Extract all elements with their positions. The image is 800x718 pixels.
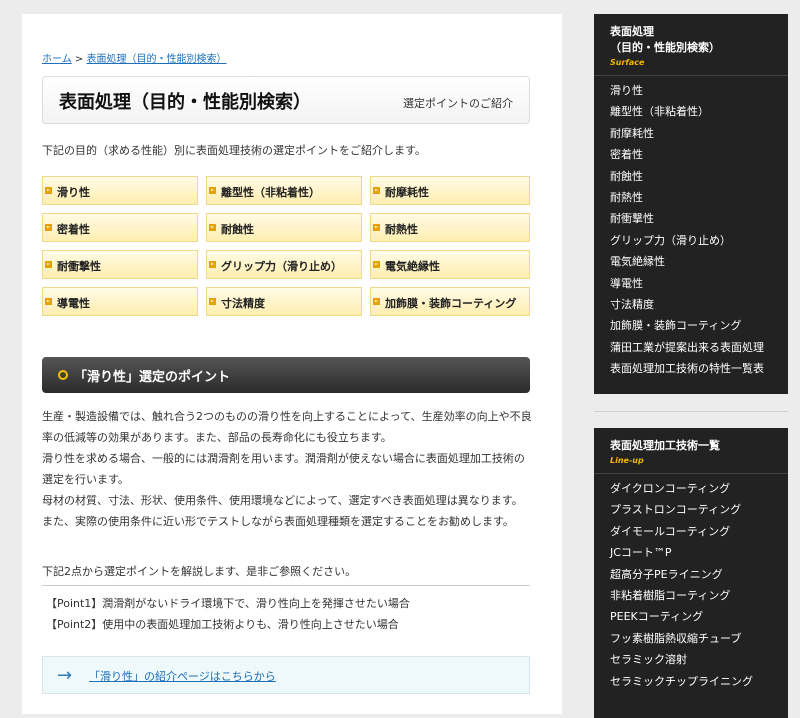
breadcrumb-current-link[interactable]: 表面処理（目的・性能別検索） bbox=[86, 54, 226, 65]
circle-icon bbox=[58, 370, 68, 380]
sidebar-item[interactable]: 超高分子PEライニング bbox=[610, 564, 788, 585]
category-label: 寸法精度 bbox=[221, 297, 265, 310]
sidebar-item[interactable]: PEEKコーティング bbox=[610, 606, 788, 627]
section-title: 「滑り性」選定のポイント bbox=[74, 370, 231, 385]
category-label: 耐摩耗性 bbox=[385, 186, 429, 199]
page-subtitle: 選定ポイントのご紹介 bbox=[403, 97, 513, 110]
intro-text: 下記の目的（求める性能）別に表面処理技術の選定ポイントをご紹介します。 bbox=[42, 144, 426, 157]
sidebar-item[interactable]: フッ素樹脂熱収縮チューブ bbox=[610, 628, 788, 649]
section-header: 「滑り性」選定のポイント bbox=[42, 357, 530, 393]
main-content: ホーム > 表面処理（目的・性能別検索） 表面処理（目的・性能別検索） 選定ポイ… bbox=[22, 14, 562, 714]
sidebar-item[interactable]: 耐摩耗性 bbox=[610, 123, 788, 144]
sidebar-title-line1: 表面処理 bbox=[610, 25, 654, 38]
category-button[interactable]: 電気絶縁性 bbox=[370, 250, 530, 279]
breadcrumb-home-link[interactable]: ホーム bbox=[42, 54, 72, 65]
bullet-icon bbox=[45, 261, 52, 268]
sidebar-title: 表面処理加工技術一覧 bbox=[610, 439, 720, 452]
sidebar-item[interactable]: 滑り性 bbox=[610, 80, 788, 101]
sidebar-item[interactable]: 密着性 bbox=[610, 144, 788, 165]
paragraph: 生産・製造設備では、触れ合う2つのものの滑り性を向上することによって、生産効率の… bbox=[42, 410, 532, 444]
bullet-icon bbox=[373, 298, 380, 305]
category-button[interactable]: 加飾膜・装飾コーティング bbox=[370, 287, 530, 316]
sidebar-item[interactable]: ダイモールコーティング bbox=[610, 521, 788, 542]
intro-page-link[interactable]: 「滑り性」の紹介ページはこちらから bbox=[89, 668, 276, 684]
divider bbox=[42, 585, 530, 586]
bullet-icon bbox=[45, 187, 52, 194]
bullet-icon bbox=[45, 298, 52, 305]
sidebar-lineup: 表面処理加工技術一覧 Line-up ダイクロンコーティング プラストロンコーテ… bbox=[594, 428, 788, 718]
category-label: 離型性（非粘着性） bbox=[221, 186, 320, 199]
points-list: 【Point1】潤滑剤がないドライ環境下で、滑り性向上を発揮させたい場合 【Po… bbox=[46, 593, 410, 635]
divider bbox=[594, 411, 788, 412]
bullet-icon bbox=[209, 261, 216, 268]
sidebar-item[interactable]: 非粘着樹脂コーティング bbox=[610, 585, 788, 606]
sidebar-title-line2: （目的・性能別検索） bbox=[610, 41, 720, 54]
paragraph: 滑り性を求める場合、一般的には潤滑剤を用います。潤滑剤が使えない場合に表面処理加… bbox=[42, 452, 525, 486]
bullet-icon bbox=[209, 224, 216, 231]
category-label: 加飾膜・装飾コーティング bbox=[385, 297, 517, 310]
point-item: 【Point1】潤滑剤がないドライ環境下で、滑り性向上を発揮させたい場合 bbox=[46, 597, 410, 610]
bullet-icon bbox=[209, 187, 216, 194]
sidebar-item[interactable]: 寸法精度 bbox=[610, 294, 788, 315]
point-item: 【Point2】使用中の表面処理加工技術よりも、滑り性向上させたい場合 bbox=[46, 618, 399, 631]
category-button[interactable]: 耐熱性 bbox=[370, 213, 530, 242]
category-label: 耐熱性 bbox=[385, 223, 418, 236]
sidebar-surface: 表面処理 （目的・性能別検索） Surface 滑り性 離型性（非粘着性） 耐摩… bbox=[594, 14, 788, 394]
bullet-icon bbox=[373, 261, 380, 268]
category-button[interactable]: グリップ力（滑り止め） bbox=[206, 250, 362, 279]
category-button[interactable]: 離型性（非粘着性） bbox=[206, 176, 362, 205]
intro-page-link-box[interactable]: → 「滑り性」の紹介ページはこちらから bbox=[42, 656, 530, 694]
sidebar-item[interactable]: 加飾膜・装飾コーティング bbox=[610, 315, 788, 336]
page-title-box: 表面処理（目的・性能別検索） 選定ポイントのご紹介 bbox=[42, 76, 530, 124]
sidebar-list: ダイクロンコーティング プラストロンコーティング ダイモールコーティング JCコ… bbox=[594, 478, 788, 692]
sidebar-item[interactable]: 蒲田工業が提案出来る表面処理 bbox=[610, 337, 788, 358]
divider bbox=[594, 75, 788, 76]
arrow-right-icon: → bbox=[57, 665, 73, 686]
category-label: 導電性 bbox=[57, 297, 90, 310]
section-body: 生産・製造設備では、触れ合う2つのものの滑り性を向上することによって、生産効率の… bbox=[42, 406, 532, 532]
category-label: グリップ力（滑り止め） bbox=[221, 260, 342, 273]
category-button[interactable]: 寸法精度 bbox=[206, 287, 362, 316]
sidebar-title: 表面処理 （目的・性能別検索） bbox=[594, 14, 788, 56]
category-button[interactable]: 耐摩耗性 bbox=[370, 176, 530, 205]
bullet-icon bbox=[45, 224, 52, 231]
sidebar-item[interactable]: 耐衝撃性 bbox=[610, 208, 788, 229]
category-button[interactable]: 密着性 bbox=[42, 213, 198, 242]
sidebar-item[interactable]: グリップ力（滑り止め） bbox=[610, 230, 788, 251]
category-label: 電気絶縁性 bbox=[385, 260, 440, 273]
sidebar-subtitle: Surface bbox=[610, 58, 645, 67]
sidebar-subtitle: Line-up bbox=[610, 456, 644, 465]
category-label: 滑り性 bbox=[57, 186, 90, 199]
bullet-icon bbox=[373, 187, 380, 194]
sidebar-item[interactable]: ダイクロンコーティング bbox=[610, 478, 788, 499]
bullet-icon bbox=[373, 224, 380, 231]
page-title: 表面処理（目的・性能別検索） bbox=[59, 92, 311, 113]
sidebar-item[interactable]: セラミック溶射 bbox=[610, 649, 788, 670]
bullet-icon bbox=[209, 298, 216, 305]
category-label: 耐蝕性 bbox=[221, 223, 254, 236]
points-lead: 下記2点から選定ポイントを解説します、是非ご参照ください。 bbox=[42, 565, 357, 578]
sidebar-item[interactable]: プラストロンコーティング bbox=[610, 499, 788, 520]
category-button[interactable]: 導電性 bbox=[42, 287, 198, 316]
category-label: 密着性 bbox=[57, 223, 90, 236]
sidebar-item[interactable]: JCコート™P bbox=[610, 542, 788, 563]
breadcrumb-separator: > bbox=[74, 54, 84, 65]
sidebar-item[interactable]: 導電性 bbox=[610, 273, 788, 294]
category-grid: 滑り性 離型性（非粘着性） 耐摩耗性 密着性 耐蝕性 耐熱性 耐衝撃性 グリップ… bbox=[42, 176, 532, 316]
category-label: 耐衝撃性 bbox=[57, 260, 101, 273]
sidebar-item[interactable]: 耐熱性 bbox=[610, 187, 788, 208]
sidebar-item[interactable]: 表面処理加工技術の特性一覧表 bbox=[610, 358, 788, 379]
paragraph: 母材の材質、寸法、形状、使用条件、使用環境などによって、選定すべき表面処理は異な… bbox=[42, 494, 523, 528]
sidebar-item[interactable]: 耐蝕性 bbox=[610, 166, 788, 187]
sidebar-item[interactable]: 電気絶縁性 bbox=[610, 251, 788, 272]
category-button[interactable]: 耐衝撃性 bbox=[42, 250, 198, 279]
sidebar-item[interactable]: セラミックチップライニング bbox=[610, 671, 788, 692]
category-button[interactable]: 耐蝕性 bbox=[206, 213, 362, 242]
category-button[interactable]: 滑り性 bbox=[42, 176, 198, 205]
divider bbox=[594, 473, 788, 474]
sidebar-item[interactable]: 離型性（非粘着性） bbox=[610, 101, 788, 122]
breadcrumb: ホーム > 表面処理（目的・性能別検索） bbox=[42, 50, 226, 65]
sidebar-list: 滑り性 離型性（非粘着性） 耐摩耗性 密着性 耐蝕性 耐熱性 耐衝撃性 グリップ… bbox=[594, 80, 788, 380]
